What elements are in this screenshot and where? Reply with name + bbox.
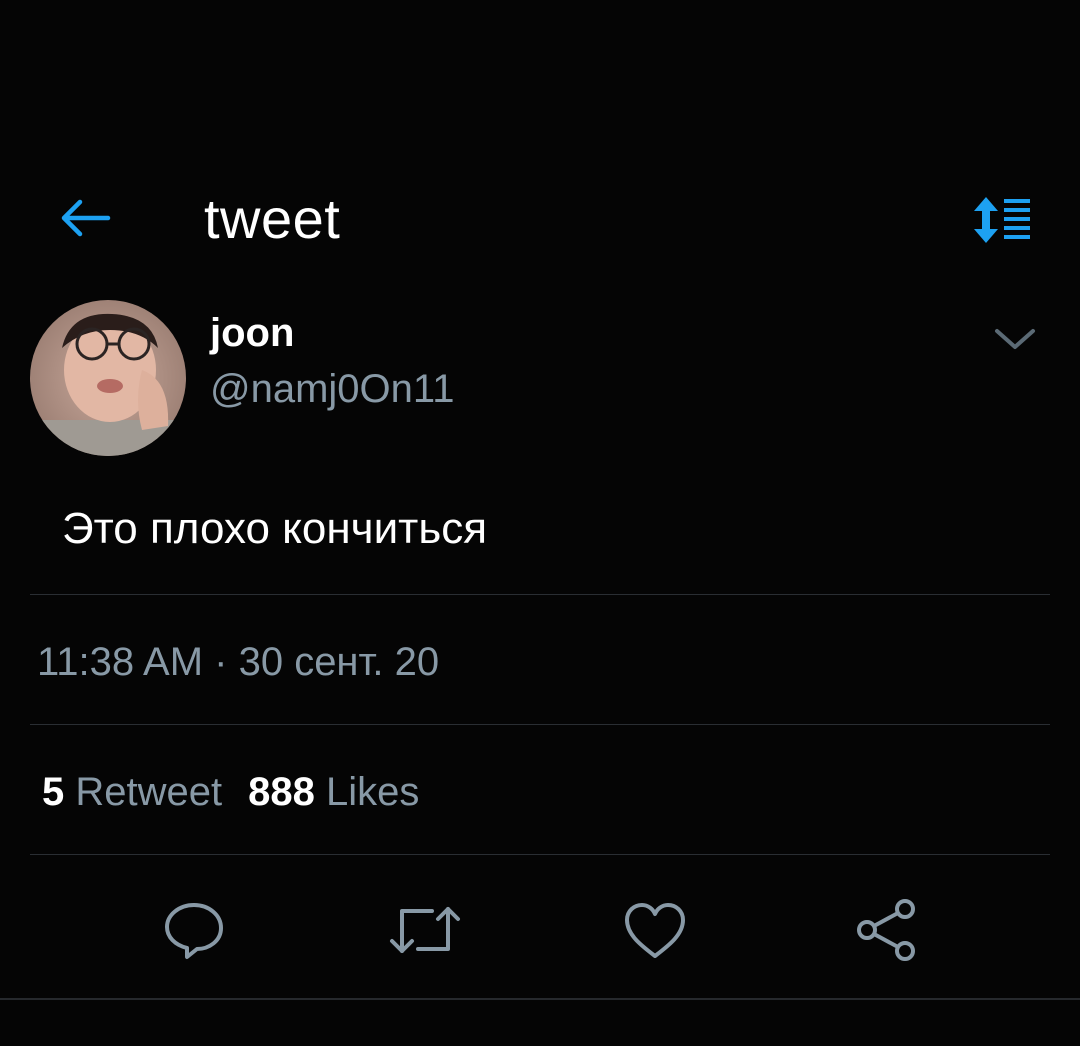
reply-button[interactable] xyxy=(154,890,234,970)
retweets-label: Retweet xyxy=(75,770,223,814)
tweet-text: Это плохо кончиться xyxy=(62,504,488,553)
user-handle[interactable]: @namj0On11 xyxy=(210,364,454,414)
chevron-down-icon xyxy=(995,329,1035,349)
share-icon xyxy=(857,899,915,961)
display-name[interactable]: joon xyxy=(210,308,294,358)
tweet-actions xyxy=(0,880,1080,980)
divider xyxy=(30,854,1050,855)
more-options-button[interactable] xyxy=(985,314,1045,364)
retweet-button[interactable] xyxy=(385,890,465,970)
divider xyxy=(0,998,1080,1000)
reply-icon xyxy=(165,903,223,959)
retweet-icon xyxy=(390,907,460,953)
app-header: tweet xyxy=(0,170,1080,270)
likes-stat[interactable]: 888 Likes xyxy=(248,766,419,818)
share-button[interactable] xyxy=(846,890,926,970)
tweet-author: joon @namj0On11 xyxy=(0,300,1080,460)
retweets-count: 5 xyxy=(42,770,65,814)
arrow-left-icon xyxy=(61,199,111,237)
sort-button[interactable] xyxy=(966,192,1038,248)
sort-list-icon xyxy=(974,197,1030,243)
tweet-stats: 5 Retweet 888 Likes xyxy=(42,766,445,818)
tweet-timestamp: 11:38 AM · 30 сент. 20 xyxy=(37,640,440,684)
back-button[interactable] xyxy=(52,190,116,246)
divider xyxy=(30,594,1050,595)
likes-label: Likes xyxy=(326,770,420,814)
heart-icon xyxy=(625,903,685,958)
retweets-stat[interactable]: 5 Retweet xyxy=(42,766,222,818)
avatar[interactable] xyxy=(30,300,186,456)
like-button[interactable] xyxy=(615,890,695,970)
likes-count: 888 xyxy=(248,770,315,814)
page-title: tweet xyxy=(204,187,341,250)
divider xyxy=(30,724,1050,725)
profile-photo xyxy=(30,300,186,456)
